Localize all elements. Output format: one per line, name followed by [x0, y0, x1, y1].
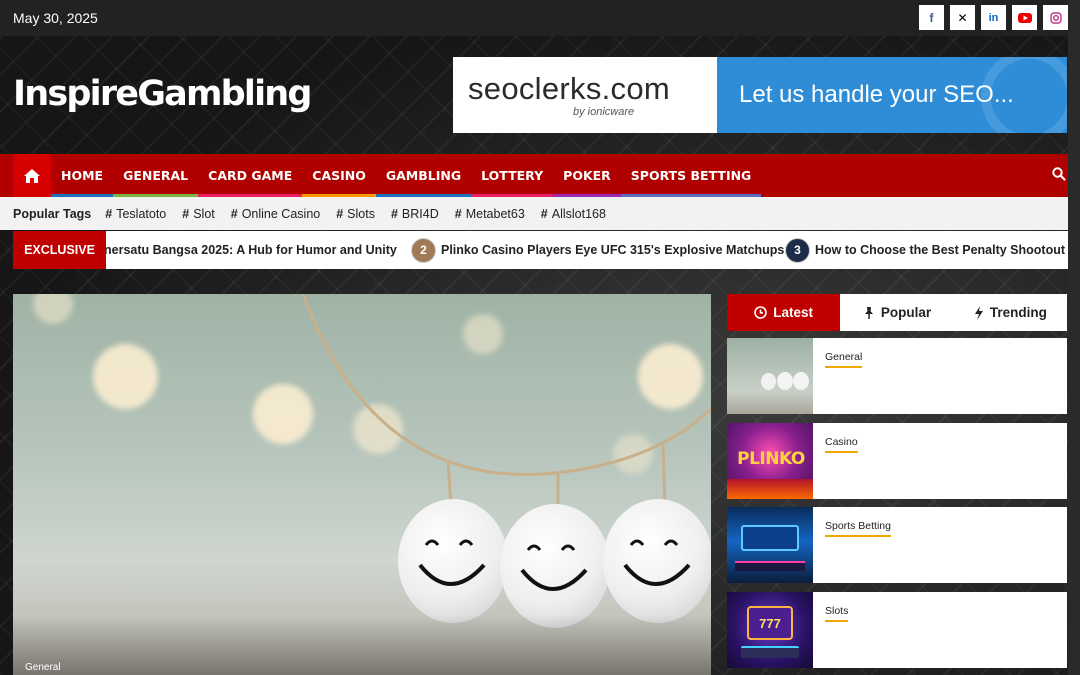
- bolt-icon: [974, 305, 983, 320]
- ticker-item[interactable]: nersatu Bangsa 2025: A Hub for Humor and…: [106, 231, 397, 269]
- tab-trending[interactable]: Trending: [954, 294, 1067, 331]
- tag-link[interactable]: # Online Casino: [231, 207, 320, 221]
- ad-decoration-icon: [981, 57, 1067, 133]
- tag-link[interactable]: # Slots: [336, 207, 375, 221]
- main-nav: HOME GENERAL CARD GAME CASINO GAMBLING L…: [0, 154, 1080, 197]
- nav-item-gambling[interactable]: GAMBLING: [375, 154, 472, 197]
- smiley-ball-icon: [500, 504, 610, 628]
- tag-link[interactable]: # Metabet63: [455, 207, 525, 221]
- sidebar-tabs: Latest Popular Trending: [727, 294, 1067, 331]
- nav-items: HOME GENERAL CARD GAME CASINO GAMBLING L…: [51, 154, 762, 197]
- ticker-items: nersatu Bangsa 2025: A Hub for Humor and…: [106, 231, 1080, 269]
- nav-item-card-game[interactable]: CARD GAME: [198, 154, 303, 197]
- tab-latest[interactable]: Latest: [727, 294, 841, 331]
- scrollbar[interactable]: [1068, 0, 1080, 675]
- instagram-icon[interactable]: [1043, 5, 1068, 30]
- ad-brand-sub: by ionicware: [573, 105, 635, 118]
- sidebar-post[interactable]: 777 Slots: [727, 592, 1067, 668]
- hero-category-label[interactable]: General: [25, 662, 61, 673]
- thumbtack-icon: [864, 306, 873, 319]
- smiley-ball-icon: [398, 499, 508, 623]
- nav-item-sports-betting[interactable]: SPORTS BETTING: [620, 154, 762, 197]
- ad-tagline: Let us handle your SEO...: [739, 81, 1014, 108]
- nav-item-general[interactable]: GENERAL: [113, 154, 199, 197]
- home-icon[interactable]: [13, 154, 51, 197]
- top-bar: May 30, 2025 f ✕ in: [0, 0, 1080, 36]
- tag-link[interactable]: # BRI4D: [391, 207, 439, 221]
- sidebar-post[interactable]: PLINKO Casino: [727, 423, 1067, 499]
- ad-tagline-panel: Let us handle your SEO...: [717, 57, 1067, 133]
- tag-link[interactable]: # Allslot168: [541, 207, 606, 221]
- nav-item-casino[interactable]: CASINO: [302, 154, 376, 197]
- post-thumbnail[interactable]: 777: [727, 592, 813, 668]
- post-category[interactable]: Slots: [825, 605, 849, 622]
- clock-icon: [754, 306, 768, 319]
- sidebar-post[interactable]: Sports Betting: [727, 507, 1067, 583]
- ticker-item[interactable]: 2 Plinko Casino Players Eye UFC 315's Ex…: [411, 231, 784, 269]
- post-thumbnail[interactable]: [727, 338, 813, 414]
- sidebar-post[interactable]: General: [727, 338, 1067, 414]
- site-logo[interactable]: InspireGambling: [13, 74, 312, 114]
- string-decoration: [301, 294, 711, 504]
- ad-brand-panel: seoclerks.com by ionicware: [453, 57, 717, 133]
- ticker-label: EXCLUSIVE: [13, 231, 106, 269]
- tags-title: Popular Tags: [13, 206, 92, 221]
- nav-item-lottery[interactable]: LOTTERY: [471, 154, 554, 197]
- ticker-number-badge: 2: [411, 237, 436, 263]
- linkedin-icon[interactable]: in: [981, 5, 1006, 30]
- post-thumbnail[interactable]: [727, 507, 813, 583]
- post-category[interactable]: Casino: [825, 436, 858, 453]
- ad-brand-text: seoclerks.com: [468, 70, 671, 106]
- featured-post-image[interactable]: [13, 294, 711, 675]
- post-category[interactable]: General: [825, 351, 863, 368]
- x-icon[interactable]: ✕: [950, 5, 975, 30]
- post-category[interactable]: Sports Betting: [825, 520, 891, 537]
- facebook-icon[interactable]: f: [919, 5, 944, 30]
- nav-item-home[interactable]: HOME: [51, 154, 114, 197]
- site-header: InspireGambling seoclerks.com by ionicwa…: [0, 36, 1080, 154]
- ticker-number-badge: 3: [785, 237, 810, 263]
- social-links: f ✕ in: [919, 5, 1068, 30]
- smiley-ball-icon: [603, 499, 711, 623]
- ticker-item[interactable]: 3 How to Choose the Best Penalty Shootou…: [785, 231, 1080, 269]
- news-ticker: EXCLUSIVE nersatu Bangsa 2025: A Hub for…: [13, 231, 1080, 269]
- post-thumbnail[interactable]: PLINKO: [727, 423, 813, 499]
- tag-link[interactable]: # Slot: [182, 207, 215, 221]
- current-date: May 30, 2025: [13, 10, 98, 26]
- nav-item-poker[interactable]: POKER: [553, 154, 621, 197]
- youtube-icon[interactable]: [1012, 5, 1037, 30]
- search-icon[interactable]: [1052, 167, 1066, 186]
- popular-tags-bar: Popular Tags # Teslatoto # Slot # Online Ca…: [0, 197, 1080, 230]
- tab-popular[interactable]: Popular: [840, 294, 953, 331]
- advertisement-banner[interactable]: seoclerks.com by ionicware Let us handle…: [453, 57, 1067, 133]
- tag-link[interactable]: # Teslatoto: [105, 207, 166, 221]
